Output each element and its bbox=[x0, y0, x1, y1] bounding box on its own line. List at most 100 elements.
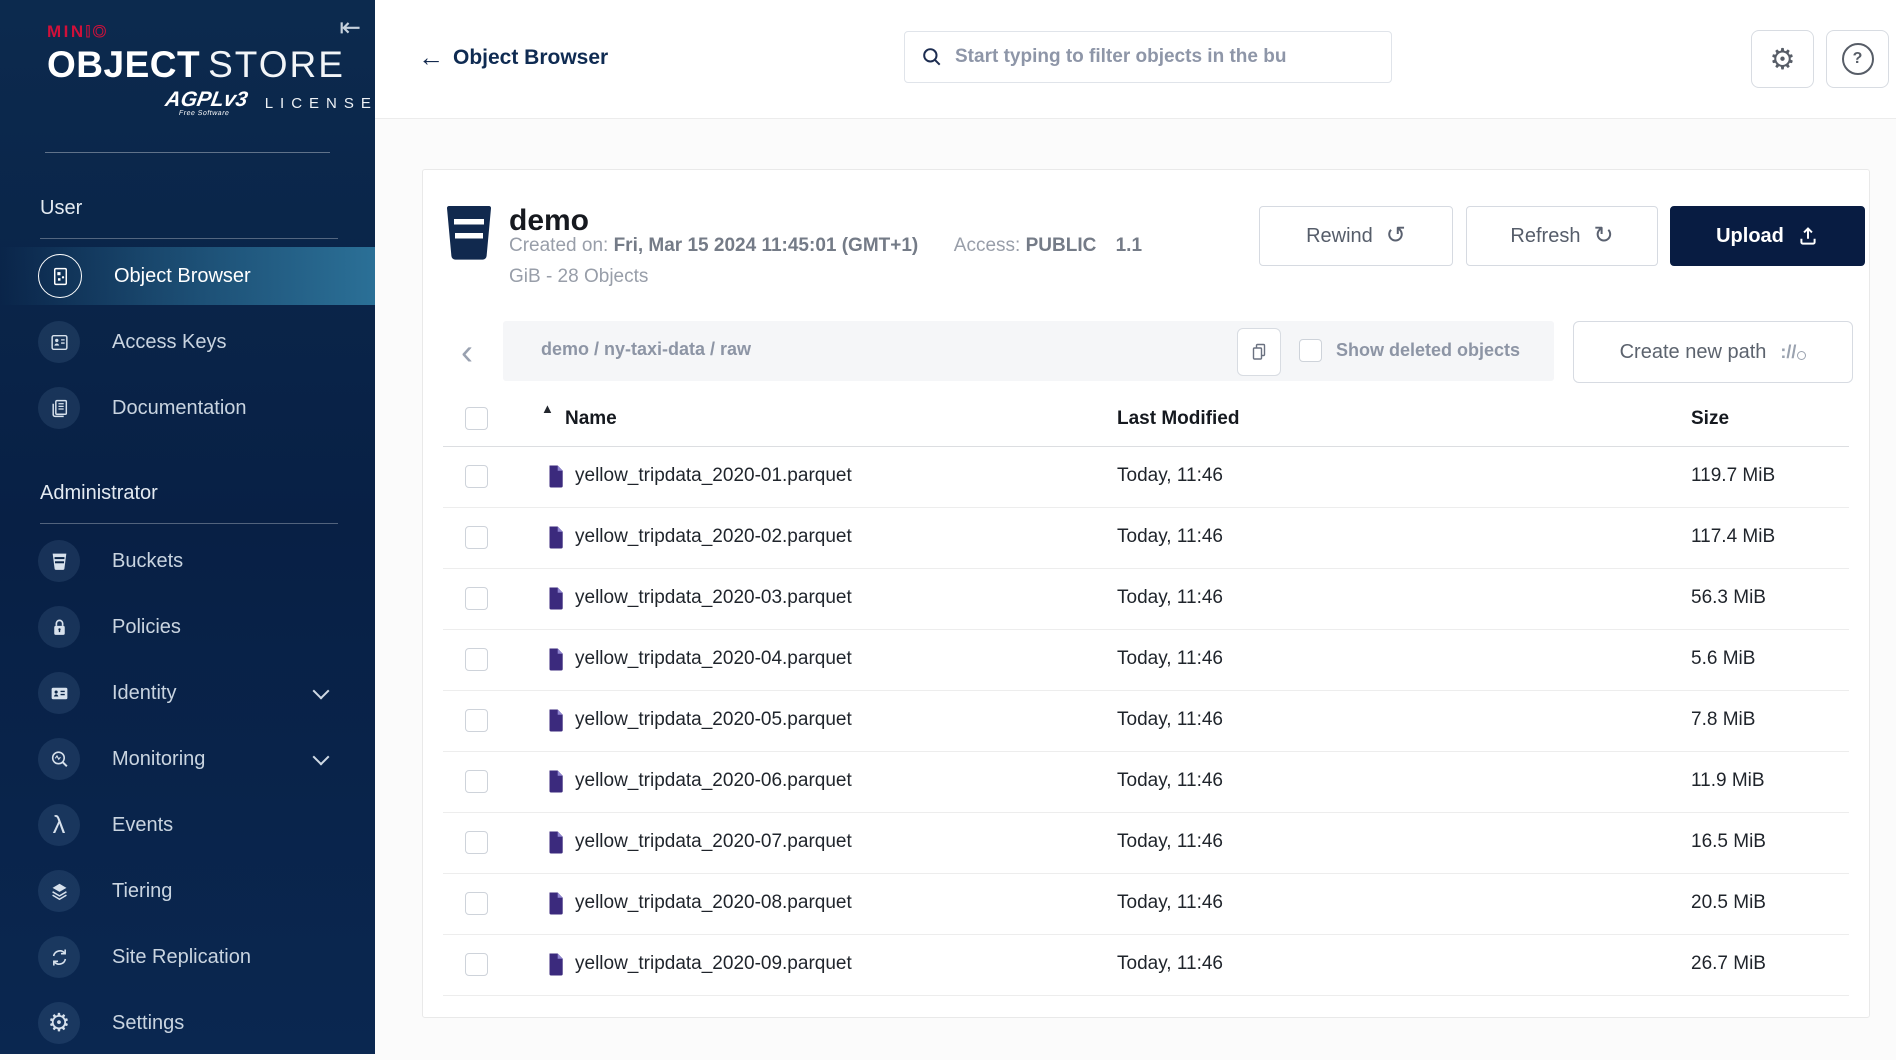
sidebar-item-label: Object Browser bbox=[114, 265, 251, 288]
chevron-down-icon[interactable] bbox=[313, 749, 330, 766]
search-input[interactable] bbox=[953, 45, 1391, 69]
sidebar-item-monitoring[interactable]: Monitoring bbox=[0, 730, 375, 788]
object-name[interactable]: yellow_tripdata_2020-06.parquet bbox=[575, 770, 852, 792]
sidebar-item-buckets[interactable]: Buckets bbox=[0, 532, 375, 590]
sidebar-item-label: Access Keys bbox=[112, 331, 226, 354]
row-checkbox[interactable] bbox=[465, 587, 488, 610]
row-checkbox[interactable] bbox=[465, 526, 488, 549]
object-name[interactable]: yellow_tripdata_2020-01.parquet bbox=[575, 465, 852, 487]
row-checkbox[interactable] bbox=[465, 892, 488, 915]
file-icon bbox=[546, 647, 566, 672]
file-icon bbox=[546, 769, 566, 794]
object-size: 16.5 MiB bbox=[1691, 831, 1766, 853]
select-all-checkbox[interactable] bbox=[465, 407, 488, 430]
buckets-icon bbox=[38, 540, 80, 582]
gear-icon: ⚙ bbox=[38, 1002, 80, 1044]
file-icon bbox=[546, 525, 566, 550]
sidebar-item-access-keys[interactable]: Access Keys bbox=[0, 313, 375, 371]
topbar: ← Object Browser ⚙ ? bbox=[375, 0, 1896, 119]
sidebar-item-tiering[interactable]: Tiering bbox=[0, 862, 375, 920]
bucket-size-value: 1.1 bbox=[1116, 235, 1142, 256]
object-name[interactable]: yellow_tripdata_2020-09.parquet bbox=[575, 953, 852, 975]
upload-icon bbox=[1797, 225, 1819, 247]
upload-button-label: Upload bbox=[1716, 225, 1784, 248]
sidebar-items: Object Browser Access Keys Documentation bbox=[0, 247, 375, 437]
row-checkbox[interactable] bbox=[465, 953, 488, 976]
create-new-path-label: Create new path bbox=[1620, 341, 1767, 364]
sidebar-item-object-browser[interactable]: Object Browser bbox=[0, 247, 375, 305]
bucket-browser-card: demo Created on: Fri, Mar 15 2024 11:45:… bbox=[422, 169, 1870, 1018]
chevron-down-icon[interactable] bbox=[313, 683, 330, 700]
sidebar-section-label: User bbox=[40, 196, 375, 220]
row-checkbox[interactable] bbox=[465, 709, 488, 732]
sidebar-item-site-replication[interactable]: Site Replication bbox=[0, 928, 375, 986]
divider bbox=[40, 238, 338, 239]
column-header-name[interactable]: Name bbox=[565, 408, 617, 430]
object-name[interactable]: yellow_tripdata_2020-04.parquet bbox=[575, 648, 852, 670]
table-row: yellow_tripdata_2020-03.parquetToday, 11… bbox=[443, 569, 1849, 630]
object-size: 7.8 MiB bbox=[1691, 709, 1755, 731]
sidebar-item-events[interactable]: λEvents bbox=[0, 796, 375, 854]
create-new-path-button[interactable]: Create new path :// bbox=[1573, 321, 1853, 383]
column-header-last-modified[interactable]: Last Modified bbox=[1117, 408, 1239, 430]
path-back-chevron[interactable]: ‹ bbox=[447, 328, 487, 376]
created-value: Fri, Mar 15 2024 11:45:01 (GMT+1) bbox=[614, 235, 919, 256]
copy-path-button[interactable] bbox=[1237, 328, 1281, 376]
sidebar-section-label: Administrator bbox=[40, 481, 375, 505]
table-row: yellow_tripdata_2020-01.parquet Today, 11… bbox=[443, 447, 1849, 508]
row-checkbox[interactable] bbox=[465, 648, 488, 671]
search-icon bbox=[921, 46, 943, 68]
copy-icon bbox=[1249, 342, 1269, 362]
sidebar-item-label: Identity bbox=[112, 682, 176, 705]
bucket-icon bbox=[446, 204, 492, 267]
object-name[interactable]: yellow_tripdata_2020-08.parquet bbox=[575, 892, 852, 914]
logo-divider bbox=[45, 152, 330, 153]
sidebar-items: Buckets Policies Identity Monitoring λEvents… bbox=[0, 532, 375, 1052]
object-size: 56.3 MiB bbox=[1691, 587, 1766, 609]
agpl-badge-subtext: Free Software bbox=[163, 110, 246, 117]
rewind-button[interactable]: Rewind ↺ bbox=[1259, 206, 1453, 266]
row-checkbox[interactable] bbox=[465, 831, 488, 854]
gear-icon: ⚙ bbox=[1770, 42, 1796, 77]
object-last-modified: Today, 11:46 bbox=[1117, 465, 1223, 487]
identity-icon bbox=[38, 672, 80, 714]
sidebar-item-settings[interactable]: ⚙Settings bbox=[0, 994, 375, 1052]
table-row: yellow_tripdata_2020-05.parquet Today, 11… bbox=[443, 691, 1849, 752]
back-arrow-icon[interactable]: ← bbox=[418, 44, 444, 70]
help-button[interactable]: ? bbox=[1826, 30, 1889, 88]
table-row: yellow_tripdata_2020-04.parquetToday, 11… bbox=[443, 630, 1849, 691]
object-size: 20.5 MiB bbox=[1691, 892, 1766, 914]
sidebar-item-label: Monitoring bbox=[112, 748, 205, 771]
settings-gear-button[interactable]: ⚙ bbox=[1751, 30, 1814, 88]
object-name[interactable]: yellow_tripdata_2020-03.parquet bbox=[575, 587, 852, 609]
object-last-modified: Today, 11:46 bbox=[1117, 709, 1223, 731]
sort-asc-icon[interactable]: ▲ bbox=[541, 401, 554, 416]
sidebar-item-identity[interactable]: Identity bbox=[0, 664, 375, 722]
breadcrumb[interactable]: demo / ny-taxi-data / raw bbox=[541, 339, 751, 360]
minio-wordmark-solid: MIN bbox=[47, 22, 86, 41]
sidebar-item-policies[interactable]: Policies bbox=[0, 598, 375, 656]
row-checkbox[interactable] bbox=[465, 770, 488, 793]
sidebar-item-documentation[interactable]: Documentation bbox=[0, 379, 375, 437]
lambda-icon: λ bbox=[38, 804, 80, 846]
row-checkbox[interactable] bbox=[465, 465, 488, 488]
object-size: 11.9 MiB bbox=[1691, 770, 1765, 792]
table-row: yellow_tripdata_2020-08.parquetToday, 11… bbox=[443, 874, 1849, 935]
bucket-meta: Created on: Fri, Mar 15 2024 11:45:01 (G… bbox=[509, 230, 1269, 292]
object-last-modified: Today, 11:46 bbox=[1117, 831, 1223, 853]
sidebar-section: Administrator Buckets Policies Identity Moni… bbox=[0, 481, 375, 1052]
object-store-title-bold: OBJECT bbox=[47, 44, 200, 85]
object-browser-icon bbox=[38, 254, 82, 298]
object-name[interactable]: yellow_tripdata_2020-07.parquet bbox=[575, 831, 852, 853]
upload-button[interactable]: Upload bbox=[1670, 206, 1865, 266]
sidebar-item-label: Documentation bbox=[112, 397, 247, 420]
breadcrumb-bar: demo / ny-taxi-data / raw Show deleted o… bbox=[503, 321, 1554, 381]
show-deleted-checkbox[interactable] bbox=[1299, 339, 1322, 362]
refresh-button[interactable]: Refresh ↻ bbox=[1466, 206, 1658, 266]
rewind-button-label: Rewind bbox=[1306, 225, 1373, 248]
object-name[interactable]: yellow_tripdata_2020-05.parquet bbox=[575, 709, 852, 731]
column-header-size[interactable]: Size bbox=[1691, 408, 1729, 430]
object-name[interactable]: yellow_tripdata_2020-02.parquet bbox=[575, 526, 852, 548]
sidebar-item-label: Buckets bbox=[112, 550, 183, 573]
create-path-icon: :// bbox=[1780, 342, 1806, 363]
